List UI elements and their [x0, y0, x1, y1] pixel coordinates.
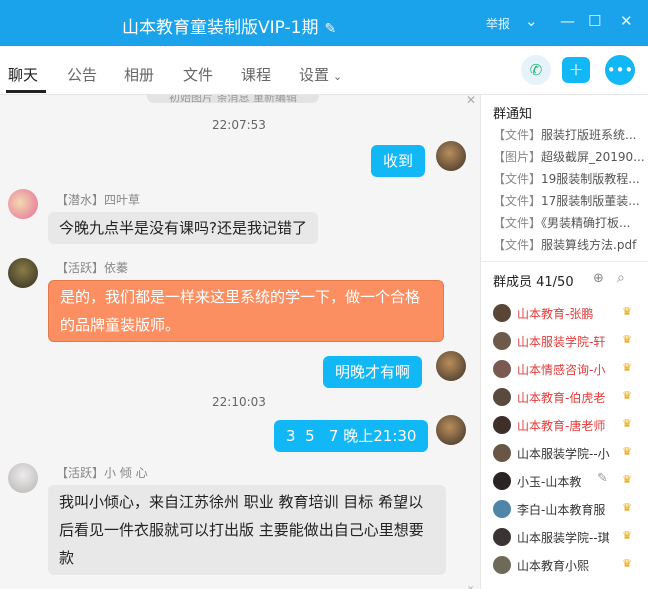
- tab-settings[interactable]: 设置 ⌄: [299, 64, 342, 85]
- divider: [481, 261, 648, 262]
- member-role-icon: ♛: [622, 557, 632, 570]
- search-member-icon[interactable]: ⊕: [593, 271, 604, 286]
- chevron-down-icon: ⌄: [333, 70, 343, 83]
- avatar[interactable]: [436, 351, 466, 381]
- sender-name: 【活跃】小 倾 心: [56, 466, 148, 480]
- avatar: [493, 416, 511, 434]
- sender-name: 【潜水】四叶草: [56, 193, 141, 207]
- notice-item[interactable]: 【文件】服装打版班系统...: [493, 126, 636, 143]
- member-item[interactable]: 山本教育-唐老师 ♛: [493, 415, 643, 439]
- avatar: [493, 444, 511, 462]
- chevron-down-icon[interactable]: ⌄: [525, 12, 538, 30]
- close-icon[interactable]: ✕: [620, 12, 633, 30]
- message-bubble: 是的，我们都是一样来这里系统的学一下，做一个合格的品牌童装版师。: [48, 280, 444, 342]
- member-item[interactable]: 山本教育小熙 ♛: [493, 555, 643, 579]
- member-item[interactable]: 山本教育-伯虎老 ♛: [493, 387, 643, 411]
- member-role-icon: ♛: [622, 445, 632, 458]
- minimize-icon[interactable]: —: [560, 12, 575, 30]
- notice-item[interactable]: 【文件】19服装制版教程...: [493, 170, 640, 187]
- search-icon[interactable]: ⌕: [617, 270, 625, 286]
- timestamp: 22:07:53: [212, 118, 266, 132]
- avatar: [493, 388, 511, 406]
- edit-icon[interactable]: ✎: [597, 471, 608, 486]
- notice-item[interactable]: 【文件】服装算线方法.pdf: [493, 236, 636, 253]
- maximize-icon[interactable]: ☐: [588, 12, 601, 30]
- member-role-icon: ♛: [622, 529, 632, 542]
- previous-message-partial: 初始图片 条消息 重新编辑: [147, 95, 319, 103]
- notice-item[interactable]: 【文件】《男装精确打板...: [493, 214, 630, 231]
- member-role-icon: ♛: [622, 333, 632, 346]
- close-icon[interactable]: ✕: [466, 95, 476, 107]
- member-item[interactable]: 山本服装学院--琪 ♛: [493, 527, 643, 551]
- notice-item[interactable]: 【图片】超级截屏_20190...: [493, 148, 645, 165]
- tab-announcements[interactable]: 公告: [67, 64, 97, 85]
- message-bubble: 收到: [371, 145, 426, 177]
- message-bubble: 明晚才有啊: [323, 356, 423, 388]
- group-sidebar: 群通知 【文件】服装打版班系统... 【图片】超级截屏_20190... 【文件…: [480, 95, 648, 589]
- more-icon[interactable]: •••: [605, 55, 635, 85]
- tab-courses[interactable]: 课程: [241, 64, 271, 85]
- avatar: [493, 304, 511, 322]
- tab-chat[interactable]: 聊天: [8, 64, 38, 85]
- member-item[interactable]: 李白-山本教育服 ♛: [493, 499, 643, 523]
- avatar: [493, 472, 511, 490]
- notice-item[interactable]: 【文件】17服装制版董装...: [493, 192, 640, 209]
- avatar[interactable]: [8, 189, 38, 219]
- phone-icon[interactable]: ✆: [521, 55, 551, 85]
- member-item[interactable]: 小玉-山本教 ✎ ♛: [493, 471, 643, 495]
- tab-files[interactable]: 文件: [183, 64, 213, 85]
- report-button[interactable]: 举报: [486, 15, 510, 32]
- message-bubble: 今晚九点半是没有课吗?还是我记错了: [48, 212, 318, 244]
- member-role-icon: ♛: [622, 501, 632, 514]
- avatar[interactable]: [8, 258, 38, 288]
- avatar[interactable]: [436, 141, 466, 171]
- avatar: [493, 556, 511, 574]
- members-title: 群成员 41/50: [493, 275, 574, 290]
- member-role-icon: ♛: [622, 305, 632, 318]
- member-item[interactable]: 山本服装学院-轩 ♛: [493, 331, 643, 355]
- window-title: 山本教育童装制版VIP-1期 ✎: [122, 18, 337, 38]
- avatar[interactable]: [8, 463, 38, 493]
- member-item[interactable]: 山本情感咨询-小 ♛: [493, 359, 643, 383]
- add-message-icon[interactable]: ＋: [562, 57, 590, 83]
- active-tab-underline: [6, 90, 46, 93]
- avatar: [493, 528, 511, 546]
- avatar[interactable]: [436, 415, 466, 445]
- sender-name: 【活跃】依蓁: [56, 261, 129, 275]
- member-item[interactable]: 山本教育-张鹏 ♛: [493, 303, 643, 327]
- avatar: [493, 500, 511, 518]
- avatar: [493, 360, 511, 378]
- member-item[interactable]: 山本服装学院--小 ♛: [493, 443, 643, 467]
- tab-album[interactable]: 相册: [124, 64, 154, 85]
- member-role-icon: ♛: [622, 361, 632, 374]
- scroll-down-icon[interactable]: ⌄: [466, 579, 475, 589]
- message-bubble: 我叫小倾心，来自江苏徐州 职业 教育培训 目标 希望以后看见一件衣服就可以打出版…: [48, 485, 446, 575]
- edit-title-icon[interactable]: ✎: [324, 21, 336, 37]
- member-role-icon: ♛: [622, 389, 632, 402]
- member-role-icon: ♛: [622, 473, 632, 486]
- avatar: [493, 332, 511, 350]
- timestamp: 22:10:03: [212, 395, 266, 409]
- title-bar: 山本教育童装制版VIP-1期 ✎ 举报 ⌄ — ☐ ✕: [0, 0, 648, 46]
- member-role-icon: ♛: [622, 417, 632, 430]
- message-bubble: 3 5 7 晚上21:30: [274, 420, 429, 452]
- group-notice-title: 群通知: [493, 107, 533, 122]
- chat-area: 初始图片 条消息 重新编辑 ✕ 22:07:53 收到 【潜水】四叶草 今晚九点…: [0, 95, 480, 589]
